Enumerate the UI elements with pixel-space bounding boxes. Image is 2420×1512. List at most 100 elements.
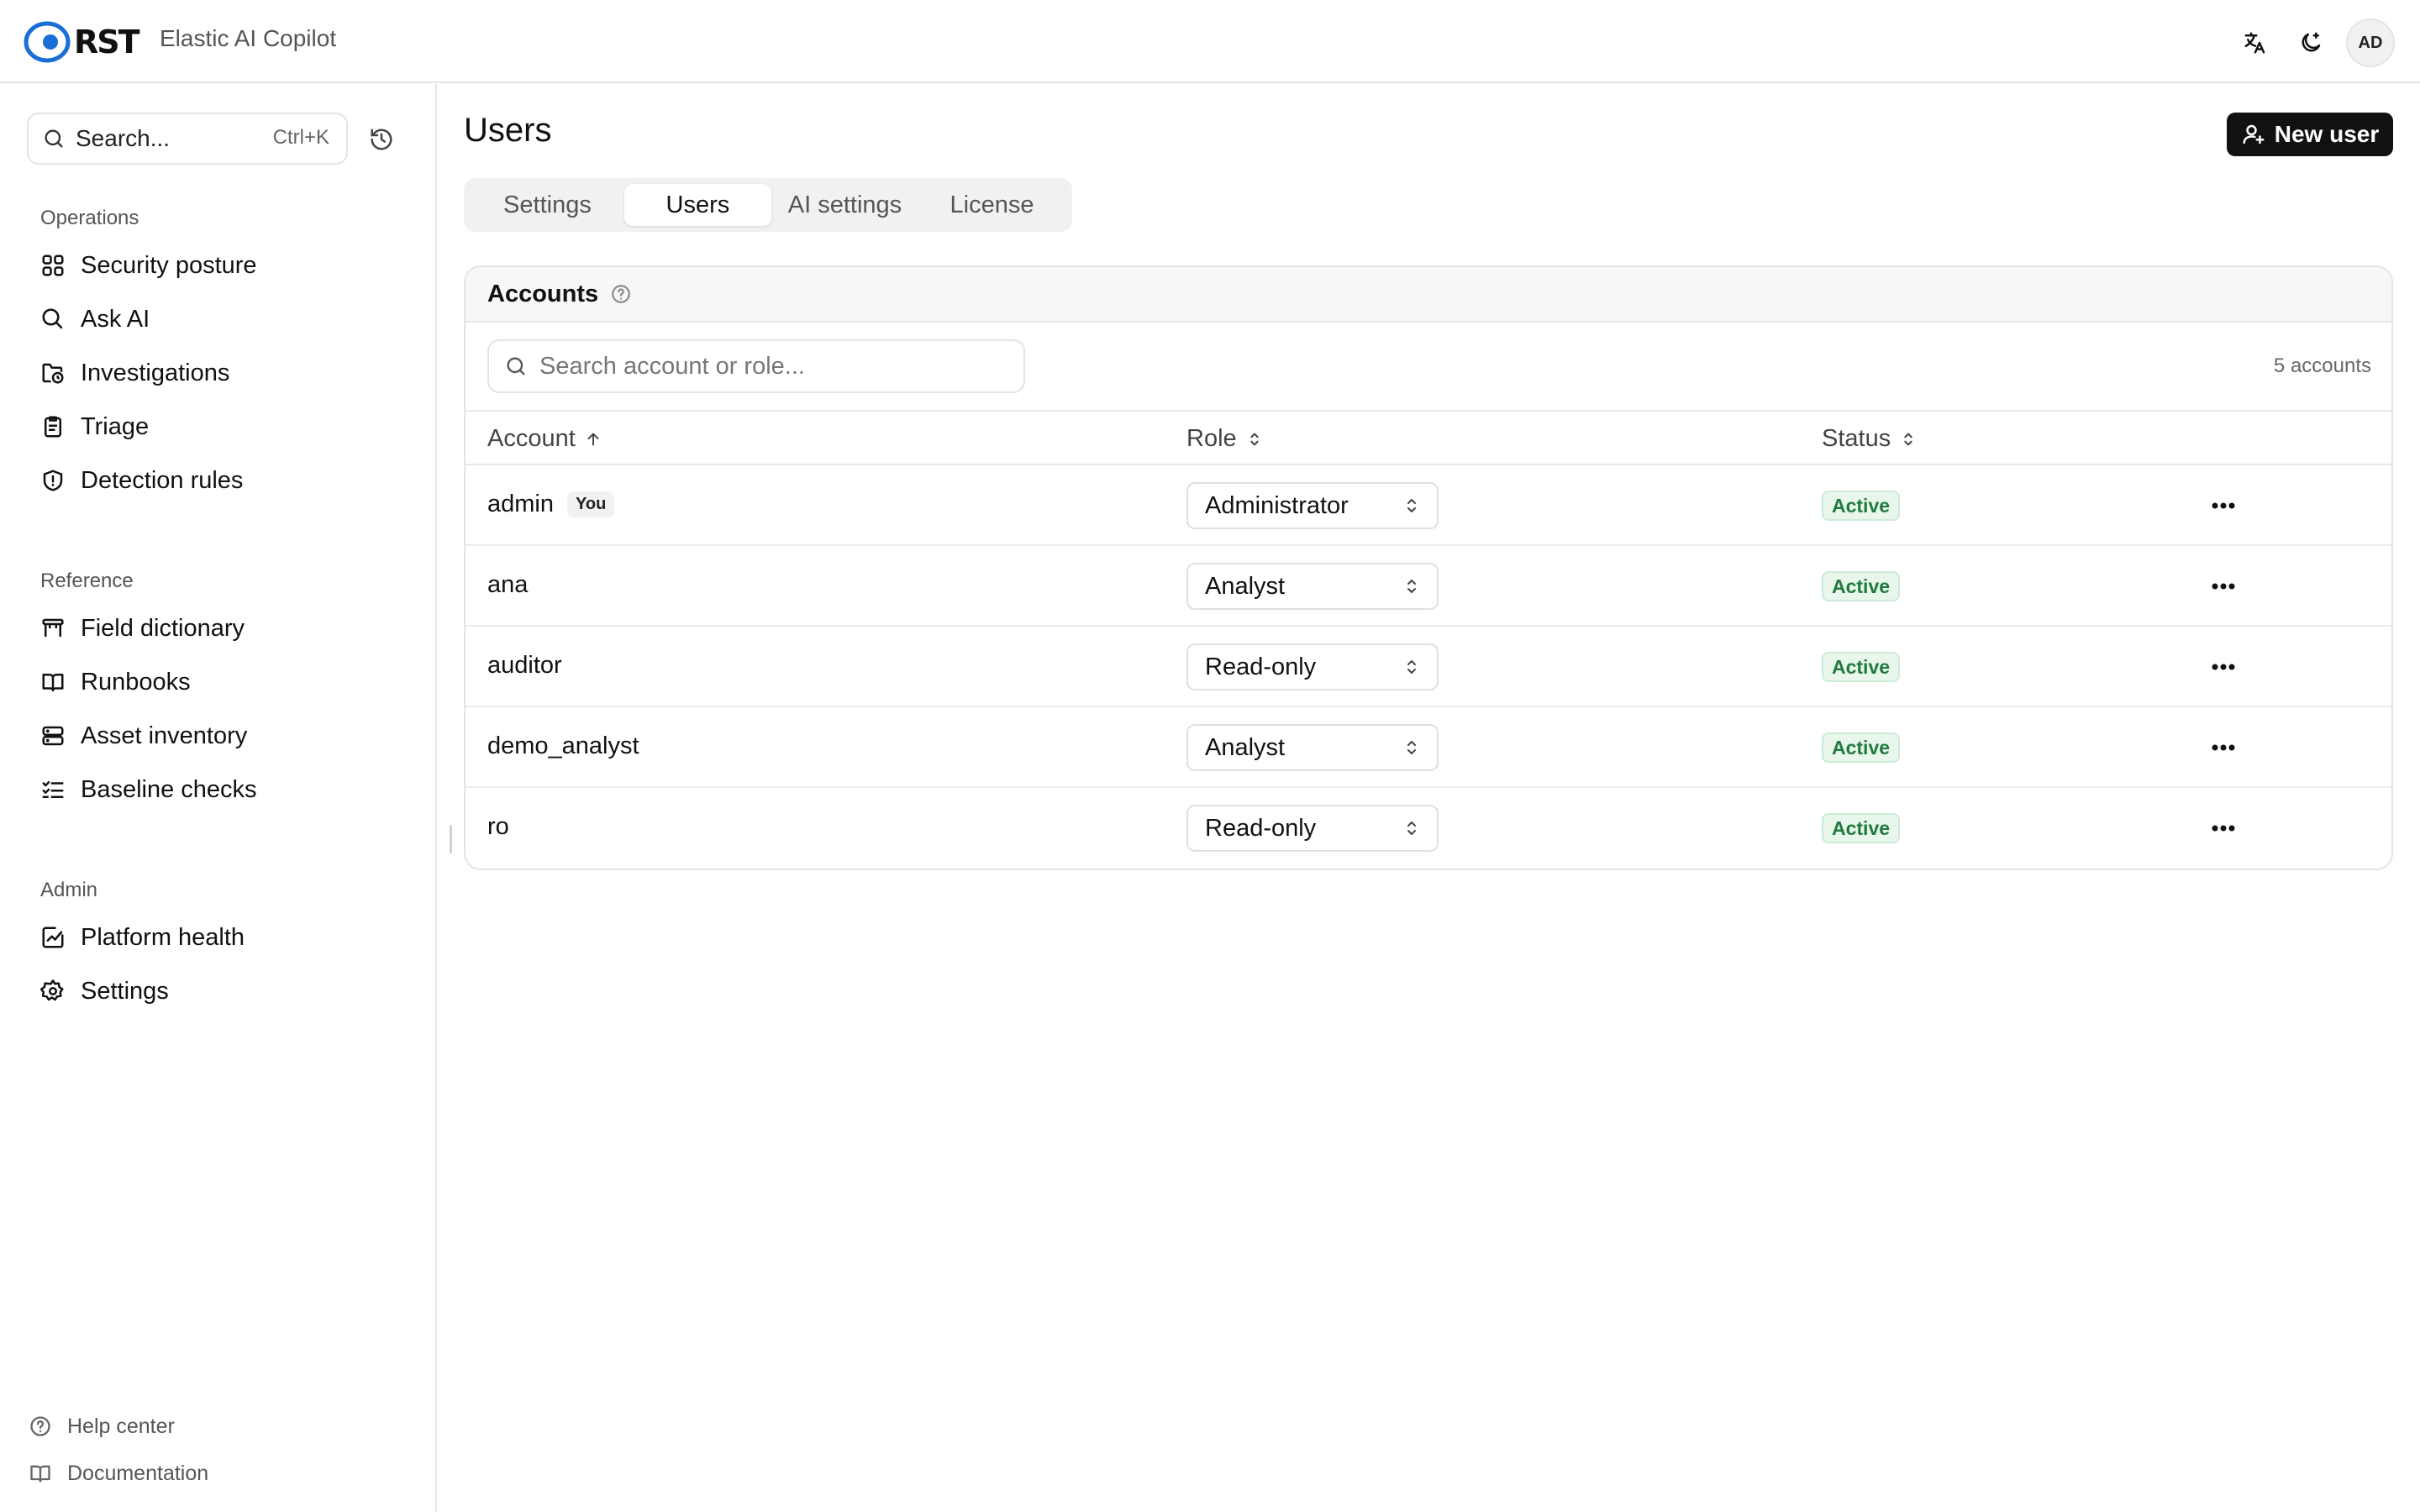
role-value: Read-only (1205, 653, 1317, 680)
account-cell: demo_analyst (487, 732, 639, 760)
status-badge: Active (1822, 652, 1901, 682)
sidebar-item-triage[interactable]: Triage (0, 400, 437, 454)
sidebar-item-baseline-checks[interactable]: Baseline checks (0, 763, 437, 816)
table-row: admin You Administrator Active (466, 465, 2391, 546)
brand-logo[interactable]: RST (22, 20, 140, 64)
account-cell: ana (487, 571, 528, 599)
chevrons-up-down-icon (1245, 430, 1264, 449)
tab-ai-settings[interactable]: AI settings (771, 184, 918, 226)
nav-section-reference: Reference Field dictionary Runbooks Asse… (0, 564, 437, 816)
column-header-account[interactable]: Account (487, 425, 602, 453)
user-avatar[interactable]: AD (2346, 18, 2395, 67)
sidebar-item-runbooks[interactable]: Runbooks (0, 655, 437, 709)
accounts-card: Accounts 5 accounts Account Role Status … (464, 265, 2393, 870)
chevrons-up-down-icon (1402, 576, 1422, 596)
table-row: ro Read-only Active (466, 788, 2391, 869)
sidebar-search-placeholder: Search... (76, 125, 171, 151)
sidebar-item-detection-rules[interactable]: Detection rules (0, 454, 437, 507)
role-value: Analyst (1205, 572, 1286, 600)
sidebar-item-label: Asset inventory (81, 722, 248, 749)
footer-link-label: Documentation (67, 1461, 209, 1485)
account-name: ana (487, 571, 529, 598)
more-horizontal-icon (2212, 825, 2235, 832)
page-title: Users (464, 112, 552, 149)
account-cell: admin You (487, 491, 615, 518)
sidebar-item-security-posture[interactable]: Security posture (0, 239, 437, 292)
logo-text: RST (74, 24, 140, 60)
chart-icon (39, 923, 67, 952)
book-open-icon (27, 1460, 54, 1487)
sidebar-item-label: Platform health (81, 923, 245, 951)
tab-users[interactable]: Users (623, 184, 771, 226)
footer-link-label: Help center (67, 1414, 175, 1438)
role-select[interactable]: Read-only (1186, 643, 1439, 690)
tab-settings[interactable]: Settings (471, 184, 624, 226)
help-center-link[interactable]: Help center (27, 1403, 208, 1450)
sidebar-item-asset-inventory[interactable]: Asset inventory (0, 709, 437, 763)
book-icon (39, 668, 67, 696)
search-icon (39, 305, 67, 333)
sidebar-item-label: Investigations (81, 359, 230, 386)
sidebar-item-label: Field dictionary (81, 614, 245, 642)
help-circle-icon[interactable] (610, 283, 632, 305)
more-horizontal-icon (2212, 744, 2235, 751)
role-value: Administrator (1205, 491, 1349, 519)
nav-section-operations: Operations Security posture Ask AI Inves… (0, 202, 437, 507)
theme-toggle-button[interactable] (2291, 23, 2331, 63)
sidebar-item-investigations[interactable]: Investigations (0, 346, 437, 400)
column-header-role[interactable]: Role (1186, 425, 1264, 453)
table-header: Account Role Status (466, 412, 2391, 465)
sidebar-item-label: Detection rules (81, 466, 244, 494)
sidebar-footer: Help center Documentation (27, 1403, 208, 1497)
table-icon (39, 614, 67, 643)
account-search[interactable] (487, 339, 1025, 393)
row-actions-button[interactable] (2205, 811, 2242, 845)
you-badge: You (567, 491, 615, 517)
status-badge: Active (1822, 813, 1901, 843)
header-actions: AD (2235, 18, 2395, 67)
row-actions-button[interactable] (2205, 731, 2242, 764)
gear-icon (39, 977, 67, 1005)
translate-icon (2244, 32, 2265, 54)
role-select[interactable]: Administrator (1186, 482, 1439, 529)
history-button[interactable] (363, 121, 400, 158)
logo-mark-icon (24, 21, 71, 63)
role-select[interactable]: Analyst (1186, 563, 1439, 610)
documentation-link[interactable]: Documentation (27, 1450, 208, 1497)
moon-icon (2302, 32, 2321, 52)
sidebar-search[interactable]: Search... Ctrl+K (27, 113, 348, 165)
column-label: Account (487, 425, 576, 452)
account-search-input[interactable] (539, 352, 1010, 381)
row-actions-button[interactable] (2205, 570, 2242, 603)
new-user-button[interactable]: New user (2227, 113, 2393, 156)
row-actions-button[interactable] (2205, 650, 2242, 684)
status-badge: Active (1822, 732, 1901, 763)
tab-license[interactable]: License (918, 184, 1065, 226)
role-select[interactable]: Analyst (1186, 724, 1439, 771)
account-name: ro (487, 813, 509, 840)
product-name: Elastic AI Copilot (160, 25, 337, 51)
account-name: demo_analyst (487, 732, 639, 759)
sidebar-item-field-dictionary[interactable]: Field dictionary (0, 601, 437, 655)
chevrons-up-down-icon (1402, 818, 1422, 838)
status-badge: Active (1822, 571, 1901, 601)
sidebar-item-ask-ai[interactable]: Ask AI (0, 292, 437, 346)
help-circle-icon (27, 1413, 54, 1440)
accounts-card-header: Accounts (466, 267, 2391, 323)
search-icon (45, 129, 63, 148)
arrow-up-icon (584, 430, 602, 449)
folder-clock-icon (39, 359, 67, 387)
sidebar-item-label: Settings (81, 977, 169, 1005)
sidebar-item-label: Triage (81, 412, 150, 440)
role-select[interactable]: Read-only (1186, 805, 1439, 852)
column-header-status[interactable]: Status (1822, 425, 1918, 453)
account-name: admin (487, 491, 554, 517)
sidebar-item-settings[interactable]: Settings (0, 964, 437, 1018)
row-actions-button[interactable] (2205, 489, 2242, 522)
chevrons-up-down-icon (1899, 430, 1918, 449)
sidebar-resize-handle[interactable] (450, 825, 452, 853)
role-value: Read-only (1205, 814, 1317, 842)
language-button[interactable] (2235, 23, 2275, 63)
shield-alert-icon (39, 466, 67, 495)
sidebar-item-platform-health[interactable]: Platform health (0, 911, 437, 964)
